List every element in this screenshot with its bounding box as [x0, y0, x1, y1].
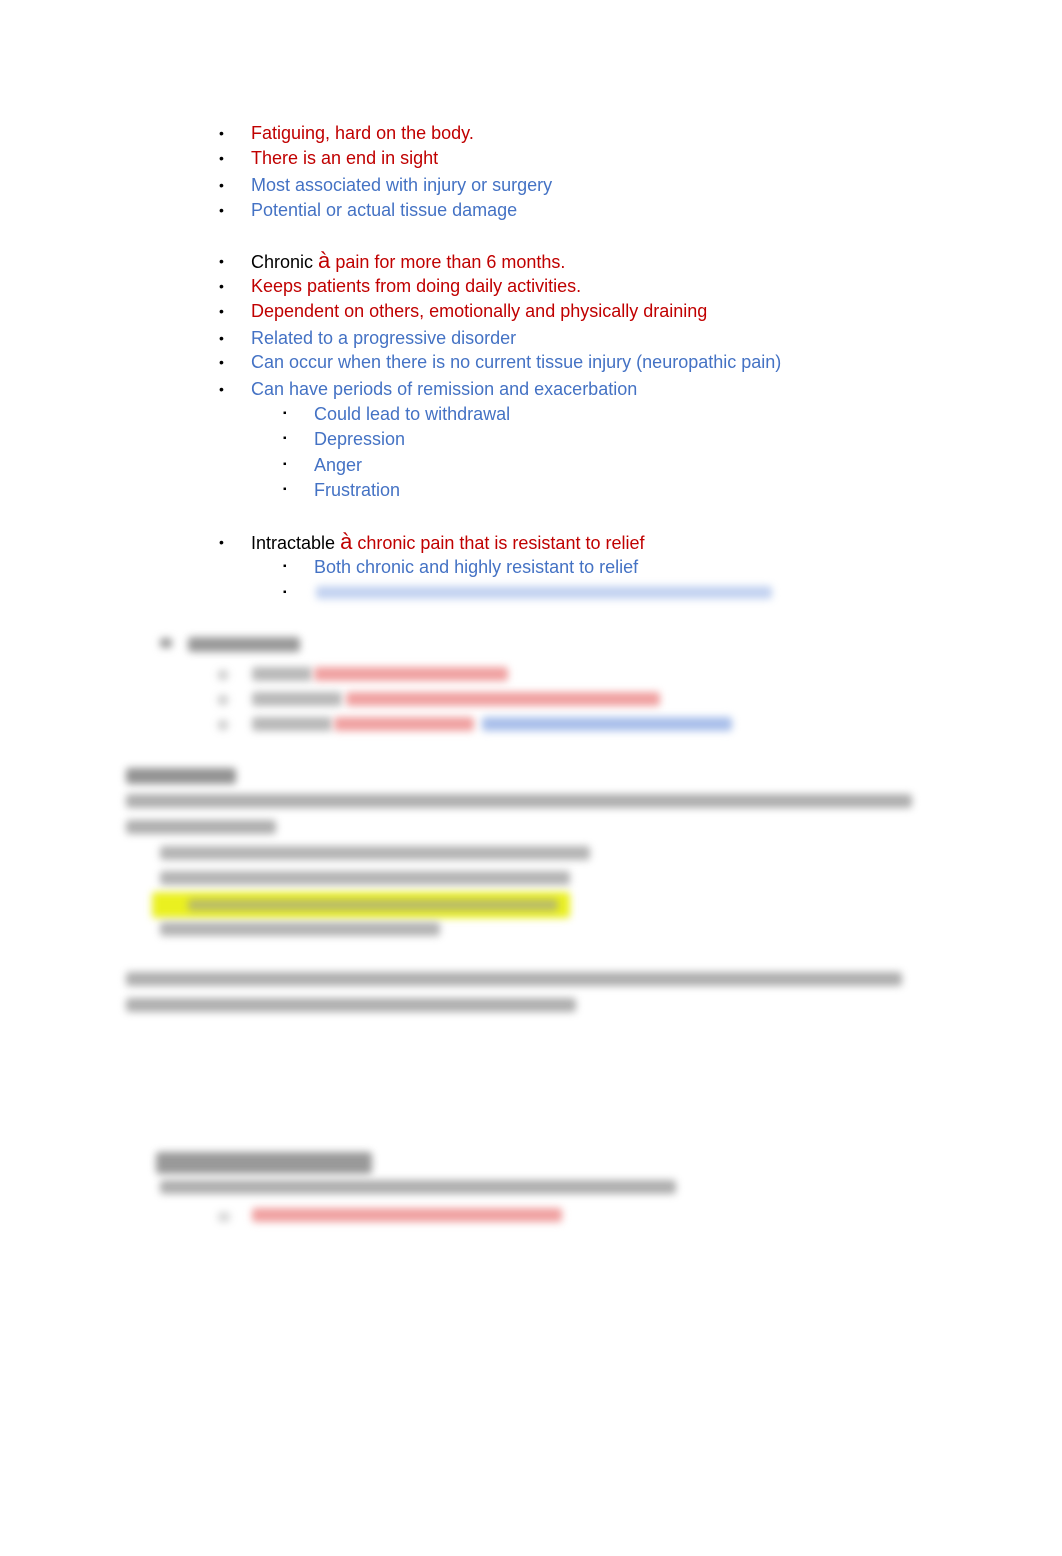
- bullet: ▪: [283, 408, 287, 419]
- arrow-icon: à: [340, 529, 353, 554]
- bullet: •: [219, 354, 224, 370]
- bullet: •: [219, 303, 224, 319]
- bullet: •: [219, 381, 224, 397]
- term-definition: pain for more than 6 months.: [335, 252, 566, 272]
- arrow-icon: à: [318, 248, 331, 273]
- item-text: Both chronic and highly resistant to rel…: [314, 557, 639, 577]
- bullet: ▪: [283, 484, 287, 495]
- bullet: ▪: [283, 459, 287, 470]
- bullet: •: [219, 278, 224, 294]
- bullet: •: [219, 534, 224, 550]
- bullet: •: [219, 330, 224, 346]
- bullet: ▪: [283, 561, 287, 572]
- item-text: Most associated with injury or surgery: [251, 175, 553, 195]
- bullet: •: [219, 125, 224, 141]
- term-label: Intractable: [251, 533, 336, 553]
- item-text: Could lead to withdrawal: [314, 404, 511, 424]
- bullet: •: [219, 202, 224, 218]
- item-text: Anger: [314, 455, 363, 475]
- item-text: Dependent on others, emotionally and phy…: [251, 301, 708, 321]
- item-text: There is an end in sight: [251, 148, 439, 168]
- bullet: •: [219, 177, 224, 193]
- bullet: ▪: [283, 433, 287, 444]
- item-text: Related to a progressive disorder: [251, 328, 517, 348]
- bullet: •: [219, 150, 224, 166]
- item-text: Frustration: [314, 480, 401, 500]
- item-text: Keeps patients from doing daily activiti…: [251, 276, 582, 296]
- term-definition: chronic pain that is resistant to relief: [357, 533, 645, 553]
- bullet: ▪: [283, 587, 287, 598]
- item-text: Can have periods of remission and exacer…: [251, 379, 638, 399]
- item-text: Fatiguing, hard on the body.: [251, 123, 474, 143]
- item-text: Depression: [314, 429, 406, 449]
- term-label: Chronic: [251, 252, 314, 272]
- item-text: Can occur when there is no current tissu…: [251, 352, 782, 372]
- item-text: Potential or actual tissue damage: [251, 200, 518, 220]
- bullet: •: [219, 253, 224, 269]
